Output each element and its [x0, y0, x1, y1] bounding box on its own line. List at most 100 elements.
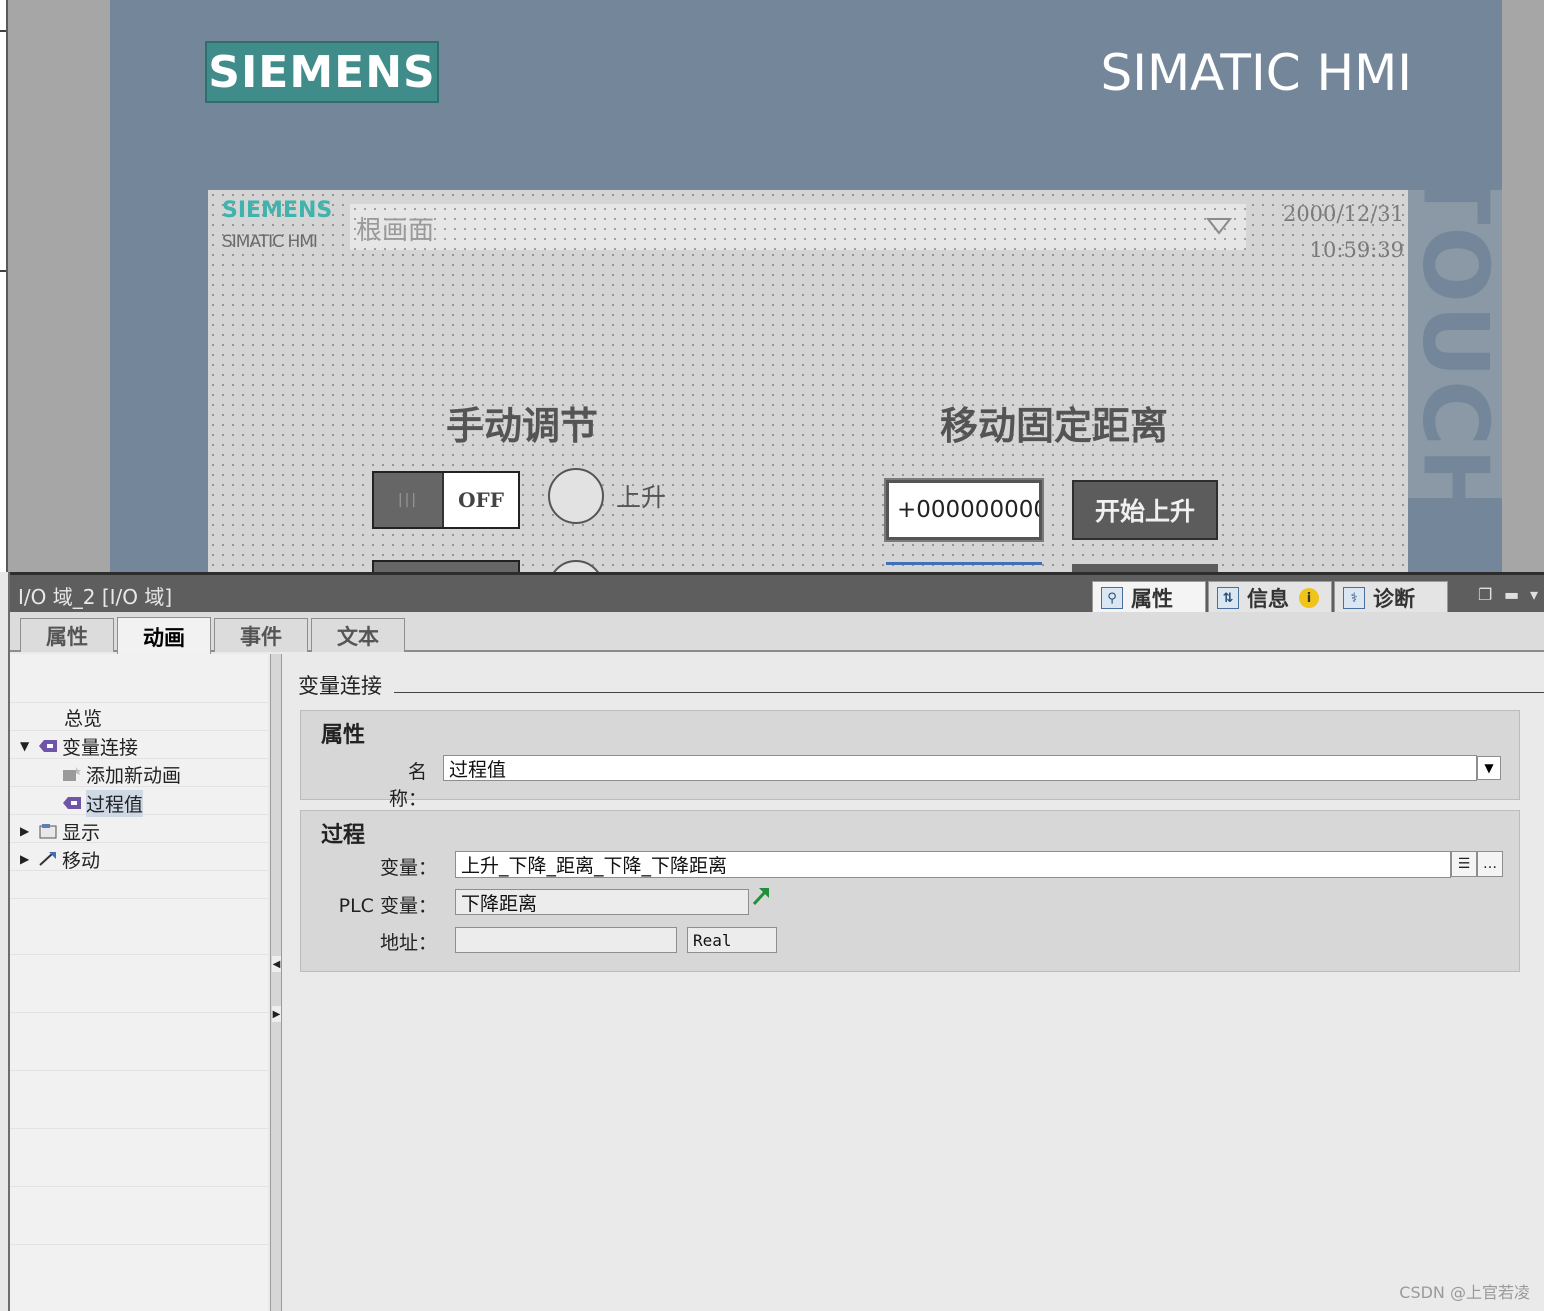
screen-logo: SIEMENS: [222, 198, 333, 223]
subtab-events[interactable]: 事件: [214, 618, 308, 652]
panel-splitter[interactable]: ◀ ▶: [270, 654, 282, 1311]
inspector-title: I/O 域_2 [I/O 域]: [18, 585, 173, 609]
properties-icon: ⚲: [1101, 587, 1123, 609]
distance-io-field[interactable]: +000000000.: [884, 478, 1044, 542]
data-type-field: Real: [687, 927, 777, 953]
screen-name: 根画面: [356, 216, 435, 246]
tab-diagnostics-label: 诊断: [1373, 587, 1415, 611]
screen-logo-subtitle: SIMATIC HMI: [222, 232, 318, 252]
expand-arrow-icon[interactable]: ▼: [20, 739, 32, 753]
second-button[interactable]: [1072, 564, 1218, 572]
device-title: SIMATIC HMI: [1100, 44, 1412, 102]
watermark: CSDN @上官若凌: [1399, 1283, 1530, 1302]
siemens-logo: SIEMENS: [205, 41, 439, 103]
screen-time: 10:59:39: [1309, 238, 1404, 262]
address-field: [455, 927, 677, 953]
expand-arrow-icon[interactable]: ▶: [20, 852, 32, 866]
browse-button[interactable]: …: [1477, 851, 1503, 877]
display-icon: [39, 824, 57, 839]
properties-group: 属性 名称： 过程值 ▼: [300, 710, 1520, 810]
second-indicator-lamp[interactable]: [548, 560, 604, 572]
goto-plc-tag-icon[interactable]: [751, 885, 771, 907]
manual-adjust-heading: 手动调节: [446, 403, 599, 448]
move-distance-heading: 移动固定距离: [940, 403, 1169, 448]
process-group: 过程 变量： 上升_下降_距离_下降_下降距离 ☰ … PLC 变量： 下降距离…: [300, 810, 1520, 972]
tree-item-display[interactable]: ▶ 显示: [20, 818, 100, 844]
group-title: 属性: [321, 723, 366, 748]
section-divider: [394, 692, 1544, 693]
animation-tree: 总览 ▼ 变量连接 添加新动画 过程值 ▶ 显示 ▶ 移动: [10, 654, 268, 1311]
second-toggle-switch[interactable]: [372, 560, 520, 572]
tree-row-divider: [10, 954, 268, 955]
tree-item-label: 移动: [62, 849, 101, 872]
expand-arrow-icon[interactable]: ▶: [20, 824, 32, 838]
tree-item-label: 总览: [64, 707, 103, 730]
chevron-down-icon[interactable]: ▼: [1477, 756, 1501, 780]
start-rise-button[interactable]: 开始上升: [1072, 480, 1218, 540]
rise-lamp-label: 上升: [616, 483, 667, 512]
expand-right-icon[interactable]: ▶: [272, 1006, 281, 1022]
subtab-texts[interactable]: 文本: [311, 618, 405, 652]
screen-title-bar[interactable]: 根画面: [350, 204, 1246, 250]
tag-connection-icon: [63, 797, 81, 809]
tree-row-divider: [10, 1070, 268, 1071]
tree-row-divider: [10, 1012, 268, 1013]
tree-item-overview[interactable]: 总览: [64, 704, 102, 730]
tree-item-label: 显示: [62, 821, 101, 844]
tree-row-divider: [10, 1244, 268, 1245]
screen-date: 2000/12/31: [1282, 202, 1404, 226]
info-badge-icon: i: [1299, 588, 1319, 608]
section-heading: 变量连接: [298, 674, 382, 698]
ruler-tick: [0, 30, 6, 32]
hmi-editor-canvas[interactable]: SIEMENS SIMATIC HMI TOUCH SIEMENS SIMATI…: [0, 0, 1544, 572]
tree-item-movement[interactable]: ▶ 移动: [20, 846, 100, 872]
toggle-state-label: OFF: [458, 488, 504, 512]
info-icon: ⇅: [1217, 587, 1239, 609]
ruler-tick: [0, 270, 6, 272]
tab-properties[interactable]: ⚲ 属性: [1092, 581, 1206, 615]
tab-diagnostics[interactable]: ⚕ 诊断: [1334, 581, 1448, 615]
tree-row-divider: [10, 898, 268, 899]
toggle-knob: |||: [374, 473, 444, 527]
tab-info[interactable]: ⇅ 信息 i: [1208, 581, 1332, 615]
inspector-window: I/O 域_2 [I/O 域] ⚲ 属性 ⇅ 信息 i ⚕ 诊断 ❐ ▬ ▾ 属…: [8, 572, 1544, 1311]
tag-connection-icon: [39, 740, 57, 752]
diagnostics-icon: ⚕: [1343, 587, 1365, 609]
selected-io-field[interactable]: [886, 562, 1042, 572]
subtab-animations[interactable]: 动画: [117, 617, 211, 655]
tab-properties-label: 属性: [1131, 587, 1173, 611]
tab-info-label: 信息: [1247, 587, 1289, 611]
animation-details: 变量连接 属性 名称： 过程值 ▼ 过程 变量： 上升_下降_距离_下降_下降距…: [282, 654, 1544, 1311]
name-select[interactable]: 过程值: [443, 755, 1477, 781]
restore-window-icon[interactable]: ❐: [1478, 585, 1492, 604]
tree-row-divider: [10, 1128, 268, 1129]
inspector-subtabs: 属性 动画 事件 文本: [10, 612, 1544, 655]
add-animation-icon: [63, 767, 81, 781]
tag-input[interactable]: 上升_下降_距离_下降_下降距离: [455, 851, 1451, 878]
tree-item-process-value[interactable]: 过程值: [62, 789, 144, 817]
tag-list-icon[interactable]: ☰: [1451, 851, 1477, 877]
tree-item-label: 变量连接: [62, 736, 139, 759]
window-menu-icon[interactable]: ▾: [1530, 585, 1538, 604]
plc-tag-label: PLC 变量：: [338, 895, 437, 917]
tree-item-add-animation[interactable]: 添加新动画: [62, 761, 181, 787]
name-label: 名称：: [388, 761, 427, 810]
minimize-window-icon[interactable]: ▬: [1504, 585, 1519, 604]
screen-datetime: 2000/12/31 10:59:39: [1283, 196, 1404, 268]
movement-icon: [39, 852, 56, 866]
group-title: 过程: [321, 823, 366, 848]
rise-indicator-lamp[interactable]: [548, 468, 604, 524]
touch-label: TOUCH: [1402, 162, 1508, 526]
collapse-left-icon[interactable]: ◀: [272, 956, 281, 972]
tree-item-tag-connection[interactable]: ▼ 变量连接: [20, 733, 138, 759]
left-ruler: [0, 0, 8, 572]
tree-row-divider: [10, 1186, 268, 1187]
manual-toggle-switch[interactable]: ||| OFF: [372, 471, 520, 529]
inspector-header: I/O 域_2 [I/O 域] ⚲ 属性 ⇅ 信息 i ⚕ 诊断 ❐ ▬ ▾: [10, 572, 1544, 615]
subtab-properties[interactable]: 属性: [20, 618, 114, 652]
tree-row-divider: [10, 702, 268, 703]
dropdown-triangle-icon[interactable]: [1206, 216, 1232, 236]
plc-tag-field: 下降距离: [455, 889, 749, 915]
hmi-screen[interactable]: SIEMENS SIMATIC HMI 根画面 2000/12/31 10:59…: [208, 190, 1408, 572]
tree-item-label: 添加新动画: [86, 764, 182, 787]
